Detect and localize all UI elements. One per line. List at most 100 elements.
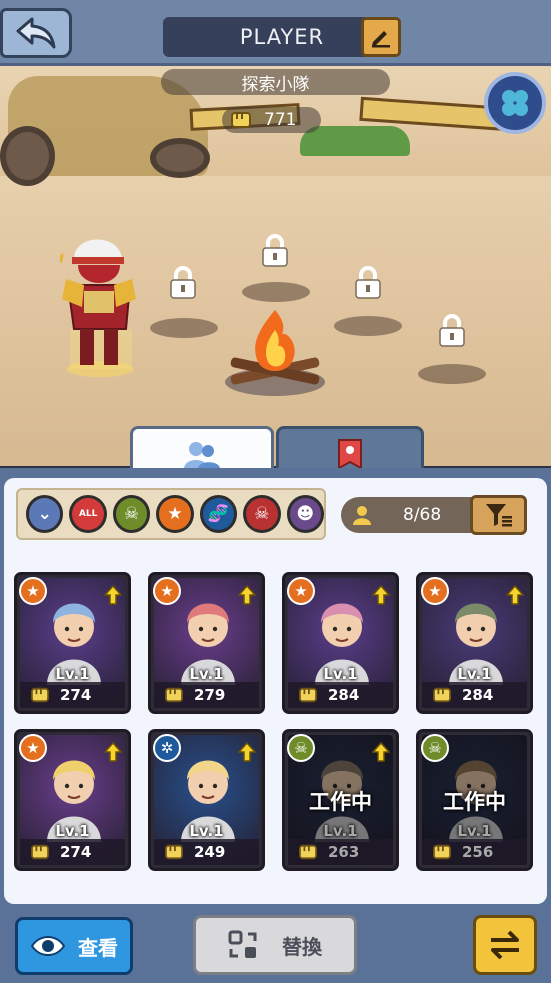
star-badge-icon: ★ [19,734,47,762]
all-filter-icon[interactable]: ALL [69,495,107,533]
lock-icon [170,266,196,299]
dropdown-filter-icon[interactable]: ⌄ [26,495,64,533]
roster-count-text: 8/68 [403,505,442,525]
upgrade-arrow-icon [372,585,390,605]
tire-decoration [0,126,55,186]
clover-icon [502,90,528,116]
hero-power: 279 [154,682,259,708]
working-status: 工作中 [309,790,372,814]
hero-card[interactable]: ★ Lv.1 284 [416,572,533,714]
skull-badge-icon: ☠ [421,734,449,762]
eye-icon [30,936,66,956]
hero-power: 249 [154,839,259,865]
dna-badge-icon: ✲ [153,734,181,762]
banner-icon [338,438,362,470]
hero-power-value: 274 [60,843,92,861]
back-button[interactable] [0,8,72,58]
replace-icon [228,930,257,958]
power-fist-icon [31,687,49,703]
team-power-value: 771 [264,110,297,130]
swap-arrows-icon [491,930,519,960]
power-fist-icon [165,844,183,860]
power-fist-icon [165,687,183,703]
skull-green-filter-glyph: ☠ [123,504,140,524]
pencil-icon [372,31,390,48]
hero-card[interactable]: ☠ 工作中 Lv.1 263 [282,729,399,871]
hero-card[interactable]: ★ Lv.1 274 [14,572,131,714]
edit-button[interactable] [361,17,401,57]
hero-card[interactable]: ✲ Lv.1 249 [148,729,265,871]
star-badge-icon: ★ [19,577,47,605]
power-fist-icon [433,844,451,860]
hero-power: 284 [288,682,393,708]
top-bar: PLAYER [0,0,551,66]
filter-funnel-icon [485,504,512,527]
lock-icon [439,314,465,347]
all-filter-glyph: ALL [78,509,98,519]
slot-shadow [334,316,402,336]
hero-power-value: 274 [60,686,92,704]
view-button-label: 查看 [78,935,118,960]
lock-icon [262,234,288,267]
slot-shadow [150,318,218,338]
filter-bar: ⌄ ALL ☠ ★ 🧬 ☠ ☻ [16,488,326,540]
people-icon [184,441,220,469]
skull-red-filter-icon[interactable]: ☠ [243,495,281,533]
hero-card[interactable]: ☠ 工作中 Lv.1 256 [416,729,533,871]
samurai-hero[interactable] [60,229,138,379]
hero-level: Lv.1 [189,665,224,683]
star-badge-icon: ★ [287,577,315,605]
clover-button[interactable] [484,72,546,134]
power-fist-icon [31,844,49,860]
campfire [225,310,325,396]
team-power: 771 [222,107,321,133]
tire-decoration [150,138,210,178]
dna-filter-icon[interactable]: 🧬 [199,495,238,533]
hero-power-value: 284 [328,686,360,704]
hero-power: 274 [20,839,125,865]
upgrade-arrow-icon [238,742,256,762]
mask-filter-glyph: ☻ [296,504,315,524]
back-arrow-icon [16,17,56,49]
upgrade-arrow-icon [238,585,256,605]
hero-card[interactable]: ★ Lv.1 279 [148,572,265,714]
team-name[interactable]: 探索小隊 [161,69,390,95]
camp-scene: 探索小隊 771 [0,66,551,466]
power-fist-icon [231,112,251,128]
lock-icon [355,266,381,299]
hero-level: Lv.1 [55,822,90,840]
hero-power: 284 [422,682,527,708]
power-fist-icon [299,687,317,703]
hero-level: Lv.1 [457,665,492,683]
sort-button[interactable] [470,495,527,535]
replace-button[interactable]: 替換 [193,915,357,975]
upgrade-arrow-icon [506,585,524,605]
swap-button[interactable] [473,915,537,975]
bush-decoration [300,126,410,156]
game-screen: PLAYER 探索小隊 771 ⌄ ALL ☠ ★ 🧬 ☠ ☻ 8/68 ★ L… [0,0,551,983]
star-filter-icon[interactable]: ★ [156,495,194,533]
upgrade-arrow-icon [104,742,122,762]
view-button[interactable]: 查看 [15,917,133,975]
power-fist-icon [433,687,451,703]
hero-card[interactable]: ★ Lv.1 274 [14,729,131,871]
hero-power: 263 [288,839,393,865]
hero-power-value: 284 [462,686,494,704]
dropdown-filter-glyph: ⌄ [37,504,52,524]
star-badge-icon: ★ [153,577,181,605]
star-filter-glyph: ★ [167,504,183,524]
mask-filter-icon[interactable]: ☻ [286,495,324,533]
hero-level: Lv.1 [189,822,224,840]
hero-level: Lv.1 [323,822,358,840]
hero-card[interactable]: ★ Lv.1 284 [282,572,399,714]
skull-red-filter-glyph: ☠ [254,504,270,524]
hero-power-value: 249 [194,843,226,861]
hero-power-value: 256 [462,843,494,861]
replace-button-label: 替換 [282,934,322,959]
skull-green-filter-icon[interactable]: ☠ [112,495,151,533]
upgrade-arrow-icon [372,742,390,762]
hero-power: 256 [422,839,527,865]
star-badge-icon: ★ [421,577,449,605]
hero-power: 274 [20,682,125,708]
dna-filter-glyph: 🧬 [207,504,229,524]
